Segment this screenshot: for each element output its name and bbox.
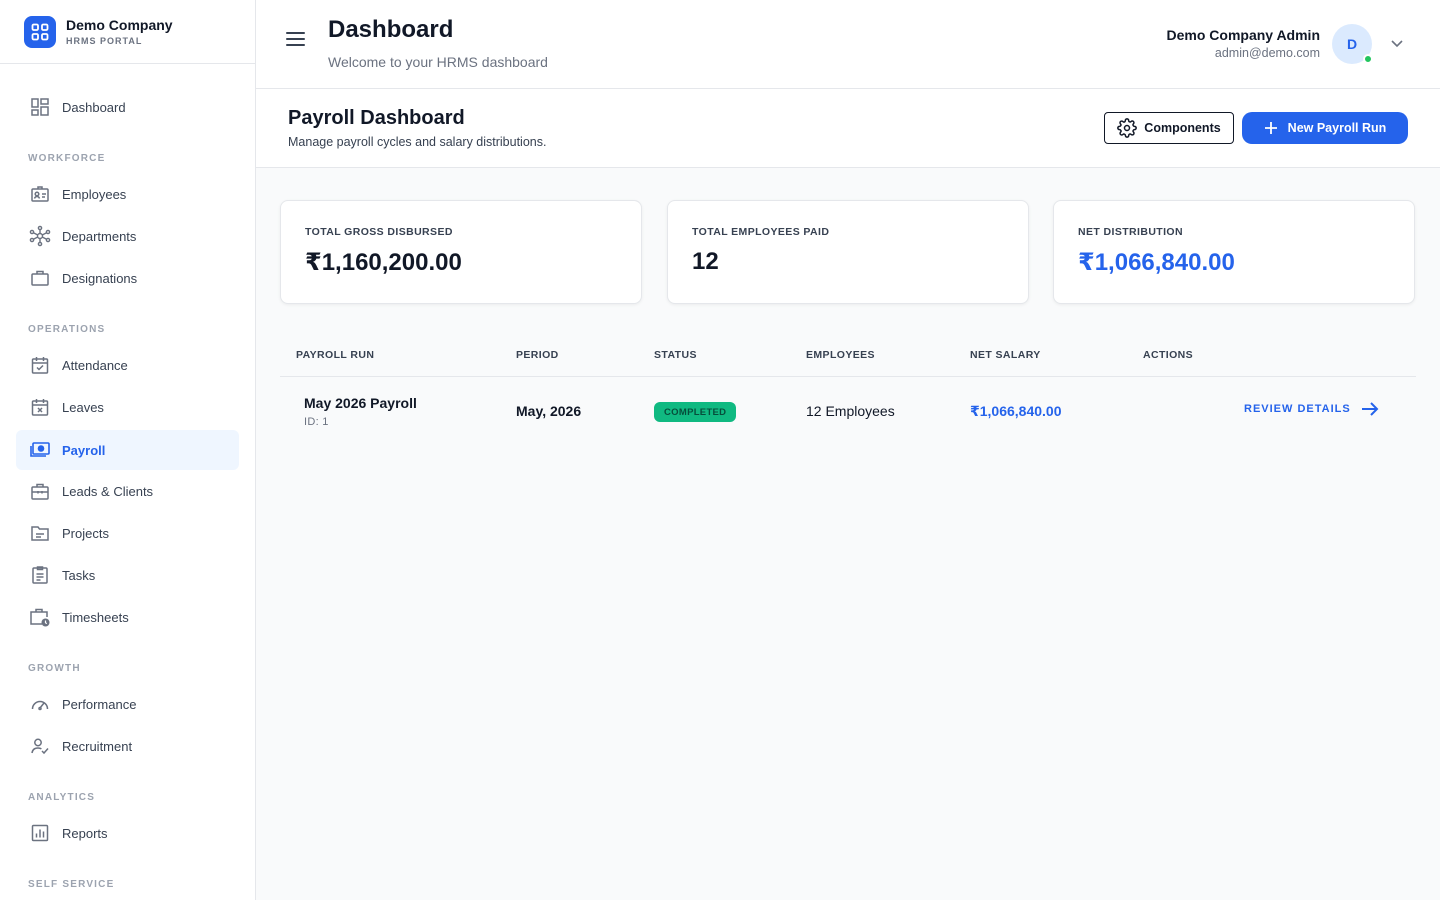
online-status-icon xyxy=(1363,54,1373,64)
column-header-employees[interactable]: EMPLOYEES xyxy=(806,349,875,361)
sidebar-item-leads[interactable]: Leads & Clients xyxy=(16,471,239,511)
brand-name: Demo Company xyxy=(66,16,173,33)
sidebar-item-label: Departments xyxy=(62,228,137,244)
stat-label: TOTAL EMPLOYEES PAID xyxy=(692,226,830,238)
arrow-right-icon xyxy=(1361,402,1379,416)
status-badge: COMPLETED xyxy=(654,402,737,422)
network-icon xyxy=(28,224,52,248)
page-subtitle: Welcome to your HRMS dashboard xyxy=(328,54,548,70)
plus-icon xyxy=(1264,122,1277,134)
gear-icon xyxy=(1117,118,1138,138)
table-header: PAYROLL RUN PERIOD STATUS EMPLOYEES NET … xyxy=(280,336,1416,377)
section-operations: OPERATIONS xyxy=(28,324,106,335)
money-icon xyxy=(28,438,52,462)
stat-value: ₹1,066,840.00 xyxy=(1078,249,1235,276)
sidebar-item-label: Recruitment xyxy=(62,738,133,754)
bar-chart-icon xyxy=(28,821,52,845)
sidebar-item-label: Attendance xyxy=(62,357,128,373)
sidebar-item-recruitment[interactable]: Recruitment xyxy=(16,726,239,766)
sidebar-item-dashboard[interactable]: Dashboard xyxy=(16,87,239,127)
sidebar-item-attendance[interactable]: Attendance xyxy=(16,345,239,385)
calendar-check-icon xyxy=(28,353,52,377)
net-salary: ₹1,066,840.00 xyxy=(970,403,1062,419)
stat-value: ₹1,160,200.00 xyxy=(305,249,462,276)
components-label: Components xyxy=(1144,121,1221,135)
section-growth: GROWTH xyxy=(28,663,81,674)
table-row[interactable]: May 2026 Payroll ID: 1 May, 2026 COMPLET… xyxy=(280,377,1416,445)
clipboard-icon xyxy=(28,563,52,587)
briefcase-icon xyxy=(28,266,52,290)
stat-card-net: NET DISTRIBUTION ₹1,066,840.00 xyxy=(1053,200,1415,304)
brand[interactable]: Demo Company HRMS PORTAL xyxy=(0,0,255,64)
user-email: admin@demo.com xyxy=(1214,46,1320,60)
sidebar-item-label: Designations xyxy=(62,270,138,286)
sidebar: Demo Company HRMS PORTAL Dashboard WORKF… xyxy=(0,0,256,900)
section-description: Manage payroll cycles and salary distrib… xyxy=(288,135,547,149)
sidebar-item-label: Reports xyxy=(62,825,108,841)
grid-logo-icon xyxy=(24,15,56,48)
sidebar-item-tasks[interactable]: Tasks xyxy=(16,555,239,595)
toolbox-icon xyxy=(28,479,52,503)
page-title: Dashboard xyxy=(328,16,454,43)
payroll-period: May, 2026 xyxy=(516,403,582,419)
sidebar-item-label: Performance xyxy=(62,696,137,712)
section-analytics: ANALYTICS xyxy=(28,792,96,803)
main-content: TOTAL GROSS DISBURSED ₹1,160,200.00 TOTA… xyxy=(256,168,1440,900)
sidebar-item-reports[interactable]: Reports xyxy=(16,813,239,853)
stat-card-gross: TOTAL GROSS DISBURSED ₹1,160,200.00 xyxy=(280,200,642,304)
chevron-down-icon[interactable] xyxy=(1390,36,1404,50)
folder-icon xyxy=(28,521,52,545)
components-button[interactable]: Components xyxy=(1104,112,1234,144)
sidebar-item-employees[interactable]: Employees xyxy=(16,174,239,214)
section-title: Payroll Dashboard xyxy=(288,107,465,129)
review-details-link[interactable]: REVIEW DETAILS xyxy=(1244,401,1379,417)
sidebar-item-label: Payroll xyxy=(62,442,106,458)
dashboard-icon xyxy=(28,95,52,119)
payroll-run-name: May 2026 Payroll xyxy=(304,395,417,411)
section-self-service: SELF SERVICE xyxy=(28,879,115,890)
sidebar-item-label: Employees xyxy=(62,186,127,202)
sidebar-item-label: Leads & Clients xyxy=(62,483,154,499)
brand-subtitle: HRMS PORTAL xyxy=(66,35,143,46)
sidebar-item-label: Tasks xyxy=(62,567,96,583)
sidebar-item-performance[interactable]: Performance xyxy=(16,684,239,724)
sidebar-item-departments[interactable]: Departments xyxy=(16,216,239,256)
new-payroll-run-button[interactable]: New Payroll Run xyxy=(1242,112,1408,144)
stat-card-employees: TOTAL EMPLOYEES PAID 12 xyxy=(667,200,1029,304)
column-header-net-salary[interactable]: NET SALARY xyxy=(970,349,1041,361)
column-header-period[interactable]: PERIOD xyxy=(516,349,559,361)
sidebar-item-label: Dashboard xyxy=(62,99,126,115)
stat-value: 12 xyxy=(692,248,719,275)
user-name[interactable]: Demo Company Admin xyxy=(1167,27,1321,43)
payroll-subheader: Payroll Dashboard Manage payroll cycles … xyxy=(256,89,1440,168)
sidebar-item-label: Leaves xyxy=(62,399,104,415)
sidebar-item-payroll[interactable]: Payroll xyxy=(16,430,239,470)
sidebar-item-label: Timesheets xyxy=(62,609,129,625)
column-header-actions: ACTIONS xyxy=(1143,349,1194,361)
section-workforce: WORKFORCE xyxy=(28,153,106,164)
top-header: Dashboard Welcome to your HRMS dashboard… xyxy=(256,0,1440,89)
user-check-icon xyxy=(28,734,52,758)
stat-label: TOTAL GROSS DISBURSED xyxy=(305,226,453,238)
sidebar-item-projects[interactable]: Projects xyxy=(16,513,239,553)
sidebar-item-designations[interactable]: Designations xyxy=(16,258,239,298)
id-card-icon xyxy=(28,182,52,206)
calendar-x-icon xyxy=(28,395,52,419)
menu-icon[interactable] xyxy=(286,32,306,50)
payroll-run-id: ID: 1 xyxy=(304,416,329,428)
new-payroll-run-label: New Payroll Run xyxy=(1287,121,1387,135)
column-header-run[interactable]: PAYROLL RUN xyxy=(296,349,374,361)
column-header-status[interactable]: STATUS xyxy=(654,349,697,361)
sidebar-item-leaves[interactable]: Leaves xyxy=(16,387,239,427)
stat-label: NET DISTRIBUTION xyxy=(1078,226,1183,238)
employee-count: 12 Employees xyxy=(806,403,895,419)
sidebar-item-label: Projects xyxy=(62,525,109,541)
briefcase-clock-icon xyxy=(28,605,52,629)
review-details-label: REVIEW DETAILS xyxy=(1244,403,1351,415)
sidebar-item-timesheets[interactable]: Timesheets xyxy=(16,597,239,637)
gauge-icon xyxy=(28,692,52,716)
